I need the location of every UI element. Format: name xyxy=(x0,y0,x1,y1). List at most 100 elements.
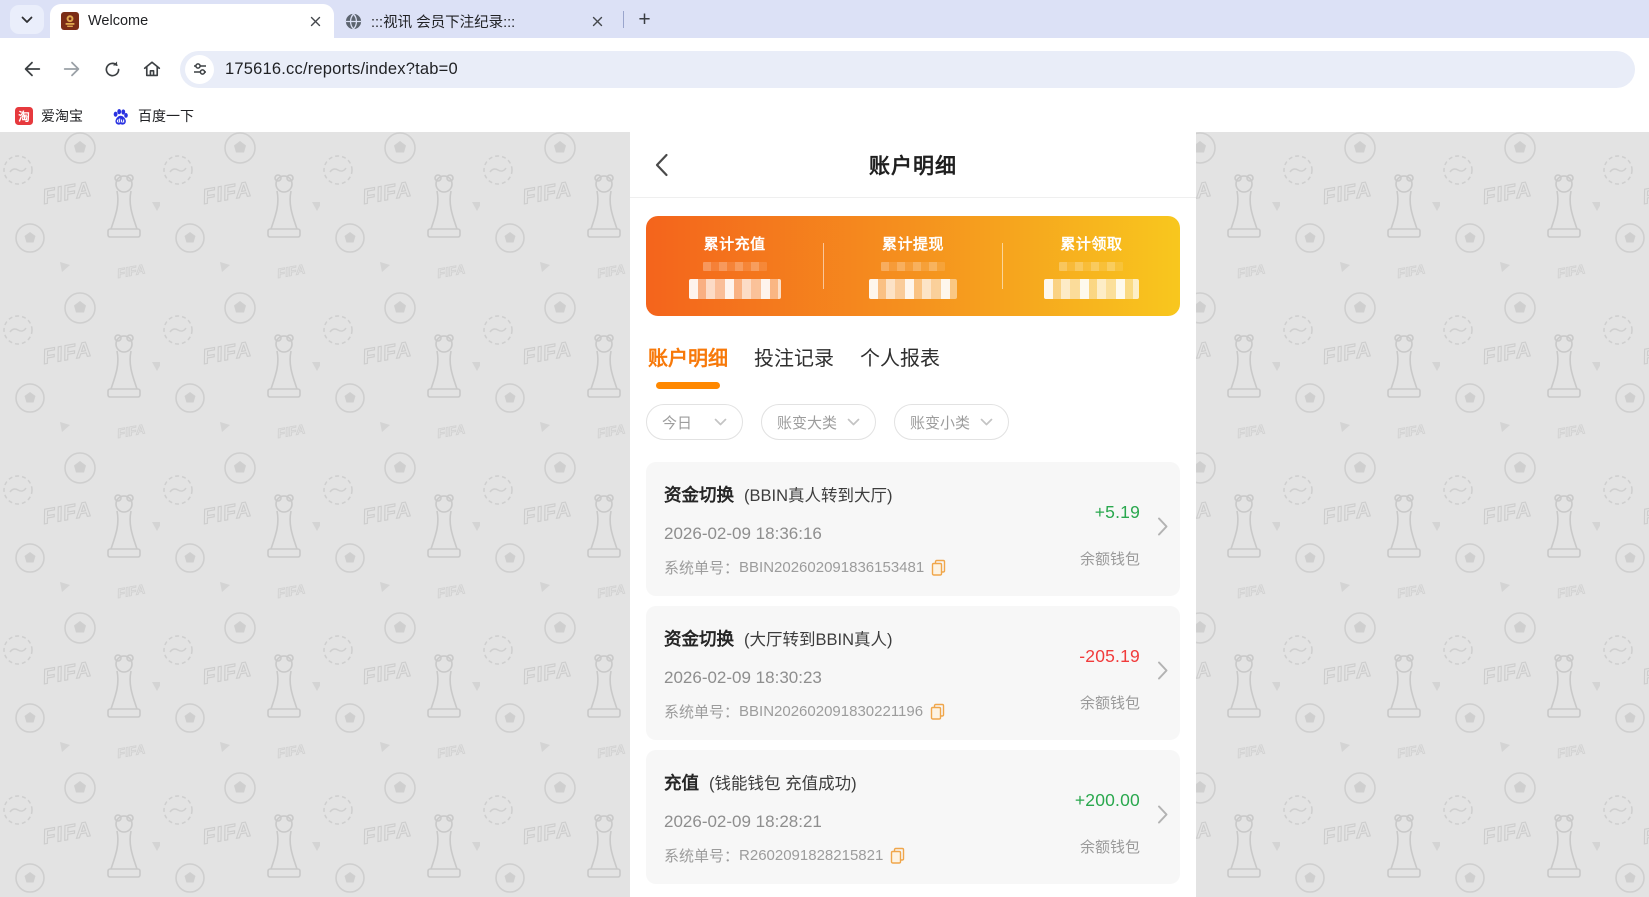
copy-icon xyxy=(891,847,905,864)
masked-value-blur xyxy=(880,262,945,271)
tab-strip: Welcome :::视讯 会员下注纪录::: + xyxy=(0,0,1649,38)
section-tabs: 账户明细 投注记录 个人报表 xyxy=(630,316,1196,389)
site-favicon-icon xyxy=(61,12,79,30)
total-withdraw: 累计提现 xyxy=(824,233,1001,299)
copy-order-button[interactable] xyxy=(930,703,945,720)
account-detail-panel: 账户明细 累计充值 累计提现 累计领取 账户明细 投注记录 个人报表 今日 账变… xyxy=(630,132,1196,897)
record-amount: +200.00 xyxy=(1074,790,1140,810)
masked-value-blur xyxy=(702,262,767,271)
tab-title: Welcome xyxy=(88,13,149,29)
arrow-left-icon xyxy=(24,61,41,77)
record-detail: (BBIN真人转到大厅) xyxy=(744,487,893,505)
copy-icon xyxy=(930,703,945,720)
record-type: 充值 xyxy=(664,773,699,793)
active-tab-underline xyxy=(656,382,720,389)
address-bar[interactable]: 175616.cc/reports/index?tab=0 xyxy=(180,50,1635,88)
new-tab-button[interactable]: + xyxy=(631,6,658,33)
tab-close-icon[interactable] xyxy=(304,10,326,32)
copy-order-button[interactable] xyxy=(931,559,946,576)
record-amount: -205.19 xyxy=(1079,646,1140,666)
total-withdraw-label: 累计提现 xyxy=(881,236,944,253)
tab-bet-records[interactable]: 投注记录 xyxy=(754,342,834,389)
record-row[interactable]: 资金切换 (BBIN真人转到大厅) 2026-02-09 18:36:16 系统… xyxy=(646,462,1180,596)
record-row[interactable]: 资金切换 (大厅转到BBIN真人) 2026-02-09 18:30:23 系统… xyxy=(646,606,1180,740)
arrow-right-icon xyxy=(63,61,80,77)
tab-account-detail[interactable]: 账户明细 xyxy=(648,342,728,389)
bookmarks-bar: 淘 爱淘宝 du 百度一下 xyxy=(0,100,1649,132)
baidu-paw-icon: du xyxy=(113,108,128,125)
chevron-down-icon xyxy=(980,418,993,426)
order-number: BBIN202602091830221196 xyxy=(739,703,924,720)
chevron-right-icon xyxy=(1157,805,1168,830)
order-label: 系统单号： xyxy=(664,704,740,721)
masked-value xyxy=(688,279,781,299)
record-wallet: 余额钱包 xyxy=(1079,839,1140,856)
chevron-right-icon xyxy=(1157,661,1168,686)
back-chevron-button[interactable] xyxy=(654,132,669,197)
tune-icon xyxy=(193,63,206,75)
total-deposit: 累计充值 xyxy=(646,233,823,299)
masked-value xyxy=(868,279,957,299)
record-list: 资金切换 (BBIN真人转到大厅) 2026-02-09 18:36:16 系统… xyxy=(630,454,1196,884)
url-text[interactable]: 175616.cc/reports/index?tab=0 xyxy=(225,60,458,79)
total-claimed-label: 累计领取 xyxy=(1060,236,1123,253)
globe-icon xyxy=(345,13,362,29)
bookmark-label: 百度一下 xyxy=(138,108,194,124)
copy-order-button[interactable] xyxy=(890,847,905,864)
browser-tab-welcome[interactable]: Welcome xyxy=(50,4,334,38)
forward-button[interactable] xyxy=(52,49,92,89)
copy-icon xyxy=(931,559,946,576)
tab-title: :::视讯 会员下注纪录::: xyxy=(371,14,516,31)
order-label: 系统单号： xyxy=(664,560,740,577)
tab-divider xyxy=(623,10,624,28)
record-detail: (大厅转到BBIN真人) xyxy=(744,631,893,649)
chevron-down-icon xyxy=(21,16,33,23)
chevron-right-icon xyxy=(1157,517,1168,542)
tab-personal-report[interactable]: 个人报表 xyxy=(860,342,940,389)
chevron-left-icon xyxy=(655,153,668,176)
page-title: 账户明细 xyxy=(869,154,957,178)
bookmark-taobao[interactable]: 淘 爱淘宝 xyxy=(15,106,83,126)
browser-chrome: Welcome :::视讯 会员下注纪录::: + 175616.cc/repo… xyxy=(0,0,1649,132)
home-icon xyxy=(143,61,161,77)
record-wallet: 余额钱包 xyxy=(1079,695,1140,712)
tab-close-icon[interactable] xyxy=(586,10,608,32)
masked-value-blur xyxy=(1059,262,1124,271)
record-type: 资金切换 xyxy=(664,629,734,649)
total-deposit-label: 累计充值 xyxy=(703,236,766,253)
record-row[interactable]: 充值 (钱能钱包 充值成功) 2026-02-09 18:28:21 系统单号：… xyxy=(646,750,1180,884)
svg-text:du: du xyxy=(117,118,125,124)
panel-header: 账户明细 xyxy=(630,132,1196,198)
bookmark-baidu[interactable]: du 百度一下 xyxy=(111,106,194,126)
chevron-down-icon xyxy=(847,418,860,426)
home-button[interactable] xyxy=(132,49,172,89)
chevron-down-icon xyxy=(714,418,727,426)
tab-search-button[interactable] xyxy=(10,5,44,34)
masked-value xyxy=(1043,279,1139,299)
reload-button[interactable] xyxy=(92,49,132,89)
svg-text:淘: 淘 xyxy=(18,109,30,123)
bookmark-label: 爱淘宝 xyxy=(41,108,83,124)
site-info-button[interactable] xyxy=(185,54,214,84)
major-category-dropdown[interactable]: 账变大类 xyxy=(761,404,877,440)
record-wallet: 余额钱包 xyxy=(1079,551,1140,568)
record-time: 2026-02-09 18:36:16 xyxy=(664,524,822,543)
minor-category-dropdown[interactable]: 账变小类 xyxy=(894,404,1010,440)
taobao-icon: 淘 xyxy=(15,107,33,125)
record-detail: (钱能钱包 充值成功) xyxy=(709,775,857,793)
record-time: 2026-02-09 18:30:23 xyxy=(664,668,822,687)
record-type: 资金切换 xyxy=(664,485,734,505)
record-amount: +5.19 xyxy=(1094,502,1140,522)
browser-tab-records[interactable]: :::视讯 会员下注纪录::: xyxy=(334,4,616,38)
order-label: 系统单号： xyxy=(664,848,740,865)
date-filter-dropdown[interactable]: 今日 xyxy=(646,404,743,440)
filter-row: 今日 账变大类 账变小类 xyxy=(630,389,1196,454)
back-button[interactable] xyxy=(12,49,52,89)
totals-summary-card: 累计充值 累计提现 累计领取 xyxy=(646,216,1180,316)
total-claimed: 累计领取 xyxy=(1003,233,1180,299)
page-viewport: FIFA FIFA 账户 xyxy=(0,132,1649,897)
browser-toolbar: 175616.cc/reports/index?tab=0 xyxy=(0,38,1649,100)
record-time: 2026-02-09 18:28:21 xyxy=(664,812,822,831)
order-number: R2602091828215821 xyxy=(739,847,884,864)
order-number: BBIN202602091836153481 xyxy=(739,559,925,576)
